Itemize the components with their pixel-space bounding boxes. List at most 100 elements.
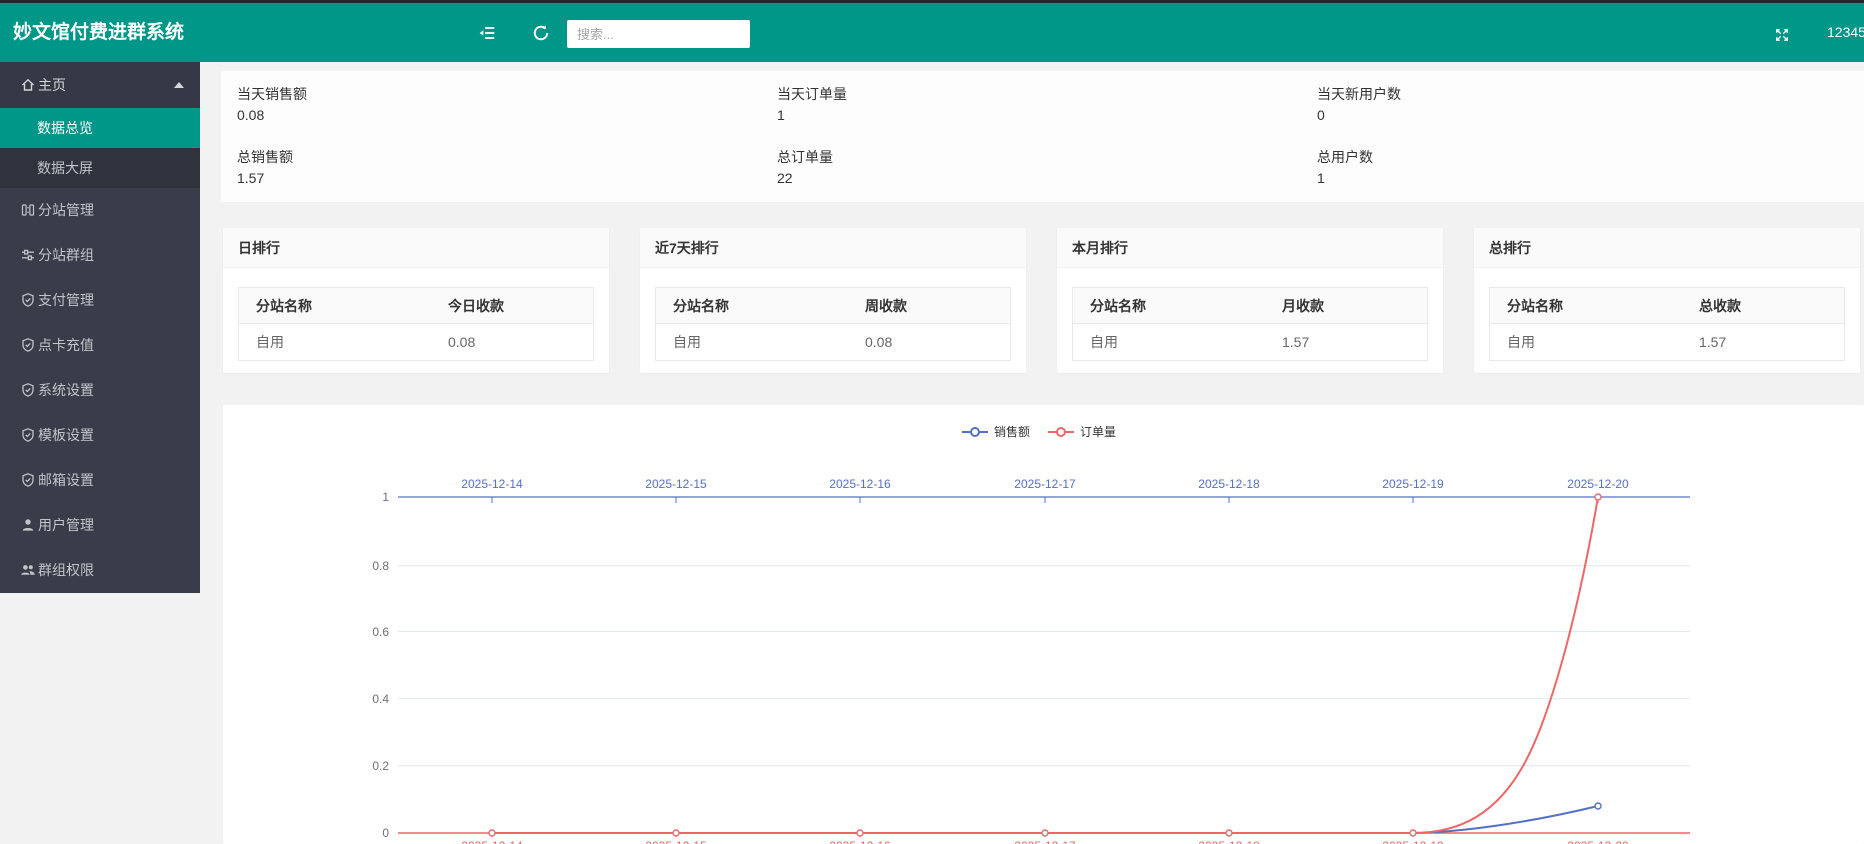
cell-site-name: 自用 (239, 324, 432, 361)
stats-col-orders: 当天订单量 1 总订单量 22 (761, 71, 1281, 202)
user-icon (20, 517, 36, 533)
rank-table: 分站名称 月收款 自用 1.57 (1072, 287, 1428, 361)
stat-label: 当天销售额 (237, 84, 307, 104)
chevron-up-icon (174, 82, 184, 88)
stat-value: 0 (1317, 107, 1325, 123)
sidebar-item-home[interactable]: 主页 (0, 62, 200, 108)
svg-text:0.2: 0.2 (372, 759, 389, 773)
col-header: 分站名称 (656, 288, 849, 324)
card-title: 近7天排行 (655, 228, 719, 268)
shield-check-icon (20, 472, 36, 488)
table-row: 自用 1.57 (1490, 324, 1845, 361)
sidebar-item-user-manage[interactable]: 用户管理 (0, 503, 200, 548)
line-chart-canvas[interactable]: 1 0.8 0.6 0.4 0.2 0 2025-12-14 2025-12-1… (223, 405, 1864, 844)
svg-text:2025-12-20: 2025-12-20 (1567, 477, 1629, 491)
card-header: 本月排行 (1057, 228, 1443, 268)
shield-check-icon (20, 382, 36, 398)
shrink-menu-icon[interactable] (474, 20, 500, 46)
sidebar-item-payment-manage[interactable]: 支付管理 (0, 278, 200, 323)
sidebar-item-substation-groups[interactable]: 分站群组 (0, 233, 200, 278)
sidebar-item-label: 用户管理 (38, 503, 94, 548)
svg-text:0.8: 0.8 (372, 559, 389, 573)
col-header: 总收款 (1682, 288, 1845, 324)
sidebar-nav: 主页 数据总览 数据大屏 分站管理 (0, 62, 200, 593)
app-header: 妙文馆付费进群系统 12345 (0, 3, 1864, 62)
stat-label: 总订单量 (777, 147, 833, 167)
stat-value: 1.57 (237, 170, 264, 186)
sidebar-item-data-overview[interactable]: 数据总览 (0, 108, 200, 148)
rank-table: 分站名称 今日收款 自用 0.08 (238, 287, 594, 361)
chart-gridlines (398, 566, 1690, 766)
home-icon (20, 77, 36, 93)
sidebar-subitem-label: 数据大屏 (37, 160, 93, 176)
card-title: 本月排行 (1072, 228, 1128, 268)
fullscreen-icon[interactable] (1769, 22, 1795, 48)
users-icon (20, 562, 36, 578)
search-input[interactable] (567, 20, 750, 48)
cell-amount: 1.57 (1265, 324, 1428, 361)
rank-card-total: 总排行 分站名称 总收款 自用 1.57 (1474, 228, 1860, 373)
svg-text:2025-12-19: 2025-12-19 (1382, 477, 1444, 491)
card-title: 总排行 (1489, 228, 1531, 268)
svg-text:2025-12-17: 2025-12-17 (1014, 477, 1076, 491)
cell-site-name: 自用 (656, 324, 849, 361)
table-row: 自用 0.08 (239, 324, 594, 361)
sidebar-item-label: 分站群组 (38, 233, 94, 278)
sidebar-item-mail-settings[interactable]: 邮箱设置 (0, 458, 200, 503)
stat-label: 当天新用户数 (1317, 84, 1401, 104)
table-row: 自用 0.08 (656, 324, 1011, 361)
x-axis-bottom-labels: 2025-12-14 2025-12-15 2025-12-16 2025-12… (461, 839, 1629, 844)
y-axis-labels: 1 0.8 0.6 0.4 0.2 0 (372, 490, 389, 840)
shield-check-icon (20, 292, 36, 308)
x-axis-top: 2025-12-14 2025-12-15 2025-12-16 2025-12… (398, 477, 1690, 503)
svg-text:2025-12-16: 2025-12-16 (829, 477, 891, 491)
svg-text:2025-12-20: 2025-12-20 (1567, 839, 1629, 844)
col-header: 分站名称 (239, 288, 432, 324)
stats-col-sales: 当天销售额 0.08 总销售额 1.57 (221, 71, 741, 202)
shield-check-icon (20, 337, 36, 353)
table-row: 自用 1.57 (1073, 324, 1428, 361)
admin-dashboard: 妙文馆付费进群系统 12345 (0, 0, 1864, 844)
sidebar-item-system-settings[interactable]: 系统设置 (0, 368, 200, 413)
series-orders-line (489, 494, 1601, 836)
sidebar-item-card-recharge[interactable]: 点卡充值 (0, 323, 200, 368)
sidebar-item-label: 模板设置 (38, 413, 94, 458)
cell-site-name: 自用 (1490, 324, 1683, 361)
rank-card-7days: 近7天排行 分站名称 周收款 自用 0.08 (640, 228, 1026, 373)
svg-text:2025-12-16: 2025-12-16 (829, 839, 891, 844)
shield-check-icon (20, 427, 36, 443)
card-header: 近7天排行 (640, 228, 1026, 268)
sidebar-submenu: 数据总览 数据大屏 (0, 108, 200, 188)
svg-text:0: 0 (382, 826, 389, 840)
sidebar-item-group-permissions[interactable]: 群组权限 (0, 548, 200, 593)
sidebar-item-template-settings[interactable]: 模板设置 (0, 413, 200, 458)
sidebar-subitem-label: 数据总览 (37, 120, 93, 136)
stats-panel: 当天销售额 0.08 总销售额 1.57 当天订单量 1 总订单量 22 当天新… (221, 71, 1864, 202)
sidebar-item-label: 邮箱设置 (38, 458, 94, 503)
stat-value: 1 (1317, 170, 1325, 186)
card-header: 总排行 (1474, 228, 1860, 268)
svg-text:0.6: 0.6 (372, 625, 389, 639)
col-header: 分站名称 (1490, 288, 1683, 324)
rank-card-month: 本月排行 分站名称 月收款 自用 1.57 (1057, 228, 1443, 373)
svg-text:2025-12-18: 2025-12-18 (1198, 477, 1260, 491)
sidebar-item-label: 系统设置 (38, 368, 94, 413)
sidebar-item-label: 分站管理 (38, 188, 94, 233)
header-user-id[interactable]: 12345 (1827, 3, 1864, 62)
stat-label: 总用户数 (1317, 147, 1373, 167)
stat-value: 22 (777, 170, 793, 186)
svg-text:2025-12-15: 2025-12-15 (645, 839, 707, 844)
card-title: 日排行 (238, 228, 280, 268)
svg-text:2025-12-14: 2025-12-14 (461, 839, 523, 844)
rank-table: 分站名称 总收款 自用 1.57 (1489, 287, 1845, 361)
sidebar-item-data-bigscreen[interactable]: 数据大屏 (0, 148, 200, 188)
sidebar-item-substation-manage[interactable]: 分站管理 (0, 188, 200, 233)
col-header: 周收款 (848, 288, 1011, 324)
rank-card-daily: 日排行 分站名称 今日收款 自用 0.08 (223, 228, 609, 373)
refresh-icon[interactable] (528, 20, 554, 46)
sidebar-item-label: 点卡充值 (38, 323, 94, 368)
stats-col-users: 当天新用户数 0 总用户数 1 (1301, 71, 1821, 202)
col-header: 月收款 (1265, 288, 1428, 324)
svg-text:2025-12-17: 2025-12-17 (1014, 839, 1076, 844)
series-sales-line (492, 803, 1601, 833)
